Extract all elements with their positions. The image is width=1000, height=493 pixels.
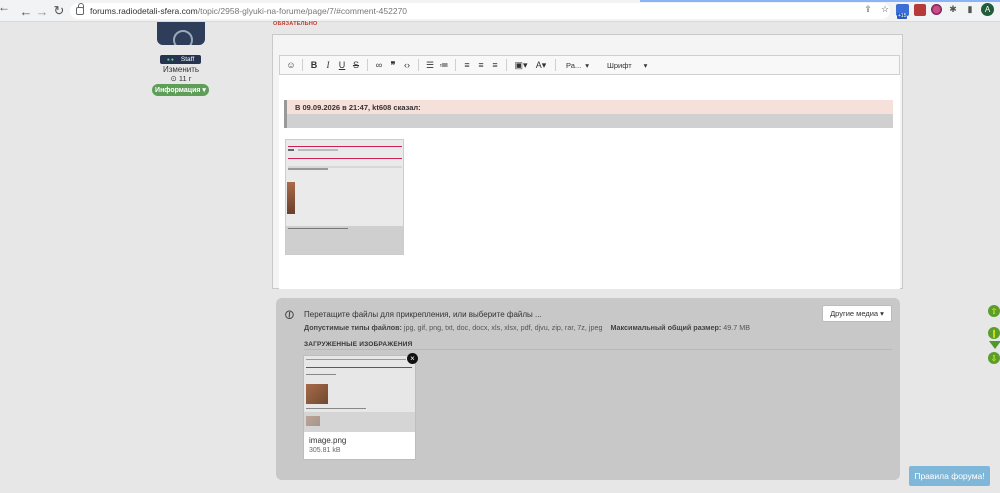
scroll-pause-icon[interactable]: ∥ (988, 327, 1000, 339)
chevron-down-icon: ▾ (585, 60, 589, 70)
extension-pink-icon[interactable] (931, 4, 942, 15)
browser-toolbar: ← ← → ↻ forums.radiodetali-sfera.com/top… (0, 0, 1000, 22)
emoji-icon[interactable]: ☺ (284, 58, 298, 72)
loading-bar (640, 0, 1000, 2)
chevron-down-icon: ▾ (643, 60, 648, 70)
uploaded-images-title: ЗАГРУЖЕННЫЕ ИЗОБРАЖЕНИЯ (304, 341, 413, 348)
bookmark-star-icon[interactable]: ☆ (879, 4, 891, 16)
uploaded-file-preview (304, 356, 415, 432)
quote-header: В 09.09.2026 в 21:47, kt608 сказал: (287, 100, 893, 114)
scroll-up-icon[interactable]: ⇧ (988, 305, 1000, 317)
scroll-down-icon[interactable]: ⇩ (988, 352, 1000, 364)
address-bar[interactable]: forums.radiodetali-sfera.com/topic/2958-… (70, 3, 890, 19)
reload-icon[interactable]: ↻ (50, 2, 68, 20)
format-select[interactable]: Ра... ▾ (566, 61, 589, 70)
required-label: ОБЯЗАТЕЛЬНО (273, 21, 318, 27)
profile-avatar[interactable]: A (981, 3, 994, 16)
link-icon[interactable]: ∞ (372, 58, 386, 72)
quote-block[interactable]: В 09.09.2026 в 21:47, kt608 сказал: (284, 100, 893, 128)
user-edit-link[interactable]: Изменить (159, 65, 203, 74)
code-icon[interactable]: ‹› (400, 58, 414, 72)
numbered-list-icon[interactable]: ≔ (437, 58, 451, 72)
share-icon[interactable]: ⇪ (862, 4, 874, 16)
italic-button[interactable]: I (321, 58, 335, 72)
scroll-down-triangle-icon[interactable] (989, 341, 1000, 349)
extension-red-icon[interactable] (914, 3, 926, 16)
staff-badge: ●● Staff (160, 55, 201, 64)
bg-color-icon[interactable]: ▣▾ (511, 58, 531, 72)
side-panel-icon[interactable]: ▮ (964, 4, 976, 16)
strike-button[interactable]: S (349, 58, 363, 72)
info-button[interactable]: Информация ▾ (152, 84, 209, 96)
remove-file-icon[interactable]: × (407, 353, 418, 364)
url-text: forums.radiodetali-sfera.com/topic/2958-… (90, 6, 408, 16)
align-right-icon[interactable]: ≡ (488, 58, 502, 72)
quote-icon[interactable]: ❞ (386, 58, 400, 72)
extension-blue-icon[interactable]: +15 (896, 3, 909, 19)
bold-button[interactable]: B (307, 58, 321, 72)
uploaded-file-name: image.png (309, 436, 347, 445)
editor-toolbar: ☺ B I U S ∞ ❞ ‹› ☰ ≔ ≡ ≡ ≡ ▣▾ A▾ Ра... ▾ … (279, 55, 900, 75)
other-media-button[interactable]: Другие медиа ▾ (822, 305, 892, 322)
upload-prompt[interactable]: Перетащите файлы для прикрепления, или в… (304, 310, 542, 319)
rank-dots-icon: ●● (166, 56, 175, 63)
uploaded-file-card[interactable]: image.png 305.81 kB (303, 355, 416, 460)
font-select[interactable]: Шрифт ▾ (607, 61, 647, 70)
align-center-icon[interactable]: ≡ (474, 58, 488, 72)
text-color-icon[interactable]: A▾ (531, 58, 551, 72)
side-back-arrow-icon[interactable]: ← (0, 0, 10, 14)
align-left-icon[interactable]: ≡ (460, 58, 474, 72)
user-avatar[interactable] (157, 22, 205, 45)
user-time: ⊙ 11 г (170, 74, 192, 83)
lock-icon (76, 3, 84, 15)
forum-rules-button[interactable]: Правила форума! (909, 466, 990, 486)
forward-icon[interactable]: → (33, 2, 51, 20)
underline-button[interactable]: U (335, 58, 349, 72)
divider (304, 349, 892, 350)
extensions-puzzle-icon[interactable]: ✱ (947, 4, 959, 16)
uploaded-file-size: 305.81 kB (309, 447, 341, 454)
upload-allowed-types: Допустимые типы файлов: jpg, gif, png, t… (304, 323, 751, 332)
browser-extensions: ⇪ ☆ +15 ✱ ▮ A (862, 3, 994, 19)
embedded-screenshot-image[interactable] (285, 139, 404, 255)
bullet-list-icon[interactable]: ☰ (423, 58, 437, 72)
